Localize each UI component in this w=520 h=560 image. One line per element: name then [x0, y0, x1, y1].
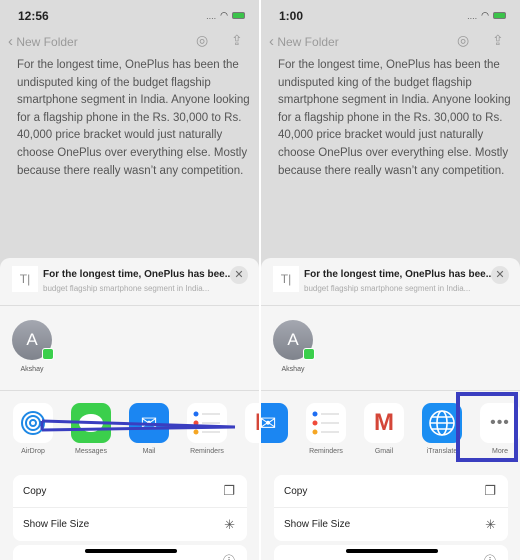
action-show-file-size[interactable]: Show File Size ✳	[274, 508, 508, 541]
share-header: T| For the longest time, OnePlus has bee…	[261, 258, 520, 306]
contact-name: Akshay	[281, 366, 305, 373]
share-subtitle: budget flagship smartphone segment in In…	[304, 284, 471, 293]
back-label: New Folder	[277, 35, 339, 49]
back-button[interactable]: ‹ New Folder	[269, 33, 339, 50]
copy-icon: ❐	[484, 483, 496, 498]
action-label: Copy	[284, 485, 308, 497]
home-indicator	[346, 549, 438, 553]
status-time: 1:00	[279, 9, 304, 23]
mail-icon: ✉	[261, 403, 288, 443]
share-app-gmail[interactable]: M Gmail	[364, 403, 404, 455]
action-copy[interactable]: Copy ❐	[274, 475, 508, 508]
contact-suggestions: A Akshay	[261, 306, 520, 391]
screen-1: 12:56 .... ◠ ‹ New Folder ◎ ⇪ For the lon…	[0, 0, 259, 560]
add-people-icon[interactable]: ◎	[457, 32, 469, 49]
app-label: Gmail	[374, 448, 394, 455]
arrow-line-bottom	[41, 425, 236, 432]
messages-badge-icon	[303, 348, 315, 360]
share-app-mail[interactable]: ✉	[261, 403, 288, 448]
share-icon[interactable]: ⇪	[492, 32, 504, 49]
battery-icon	[493, 12, 506, 19]
info-icon: ⓘ	[484, 552, 496, 560]
annotation-arrow	[40, 419, 236, 432]
text-document-icon: T|	[273, 266, 299, 292]
status-icons: .... ◠	[467, 10, 506, 21]
app-label: Reminders	[309, 448, 343, 455]
highlight-box-more	[456, 392, 518, 462]
wifi-icon: ◠	[481, 10, 489, 20]
spinner-icon: ✳	[485, 516, 496, 532]
gmail-icon: M	[364, 403, 404, 443]
share-app-reminders[interactable]: Reminders	[306, 403, 346, 455]
chevron-left-icon: ‹	[269, 33, 274, 50]
reminders-icon	[306, 403, 346, 443]
close-button[interactable]: ✕	[491, 266, 509, 284]
share-title: For the longest time, OnePlus has bee...	[304, 269, 495, 280]
signal-icon: ....	[467, 10, 478, 21]
action-label: Show File Size	[284, 519, 351, 530]
screen-2: 1:00 .... ◠ ‹ New Folder ◎ ⇪ For the long…	[261, 0, 520, 560]
note-body[interactable]: For the longest time, OnePlus has been t…	[278, 57, 513, 180]
action-list: Copy ❐ Show File Size ✳	[274, 475, 508, 541]
share-sheet: T| For the longest time, OnePlus has bee…	[261, 258, 520, 560]
